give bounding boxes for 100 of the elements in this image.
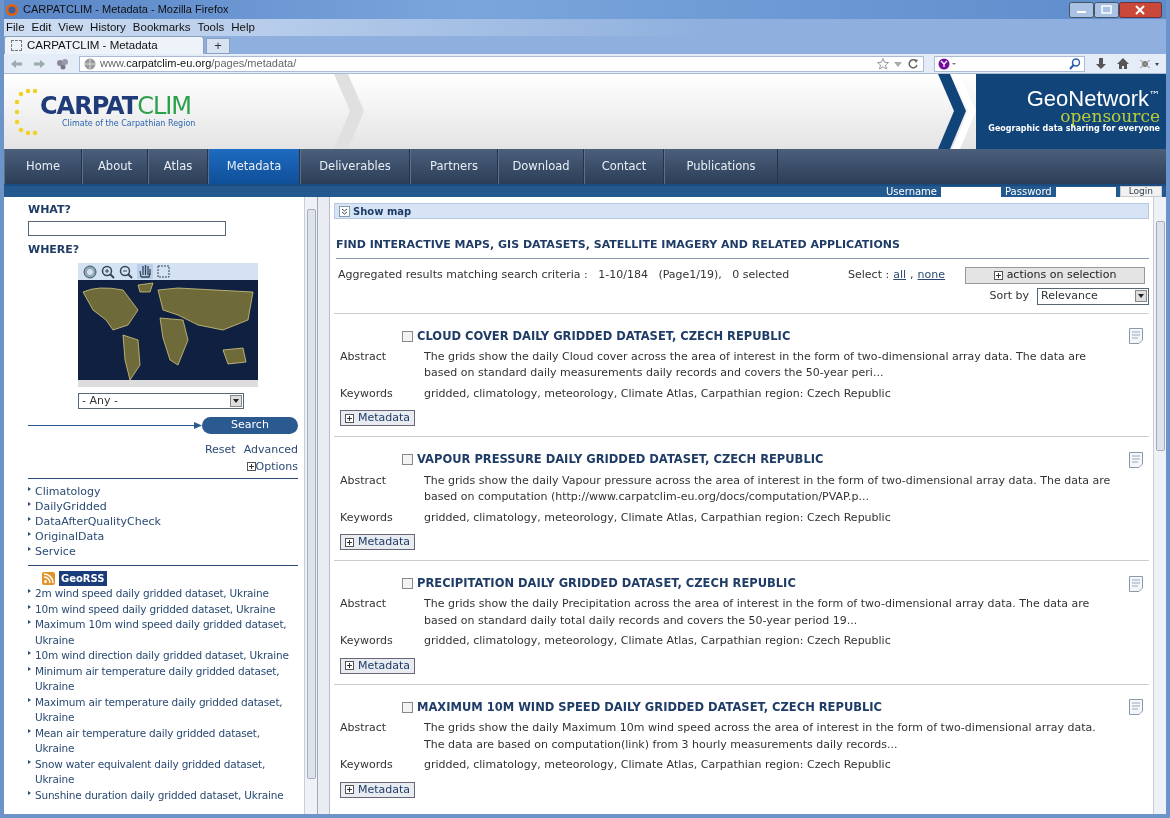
- search-engine-icon[interactable]: [938, 57, 957, 70]
- logo-text: opensource: [1060, 109, 1160, 124]
- forward-icon[interactable]: [33, 57, 46, 70]
- feed-item-link[interactable]: 10m wind speed daily gridded dataset, Ukraine: [28, 601, 298, 617]
- search-field[interactable]: [28, 220, 226, 236]
- field-label: WHERE?: [28, 241, 81, 258]
- minimize-button[interactable]: [1069, 1, 1094, 18]
- select-box-icon[interactable]: [157, 265, 170, 278]
- sort-label: Sort by: [989, 287, 1029, 304]
- feed-item-link[interactable]: 10m wind direction daily gridded dataset, Ukraine: [28, 648, 298, 664]
- feed-item-link[interactable]: 2m wind speed daily gridded dataset, Ukraine: [28, 586, 298, 602]
- search-field[interactable]: [934, 55, 1085, 72]
- reload-icon[interactable]: [907, 57, 919, 70]
- menu-item[interactable]: Edit: [31, 18, 52, 37]
- logo-text: GeoNetwork: [1026, 87, 1149, 110]
- addon-icon[interactable]: [1139, 57, 1160, 70]
- new-tab-button[interactable]: +: [206, 38, 230, 54]
- checkbox[interactable]: [402, 701, 413, 713]
- password-label: Password: [1005, 185, 1052, 199]
- options-toggle[interactable]: Options: [255, 458, 298, 475]
- keywords-text: gridded, climatology, meteorology, Climate Atlas, Carpathian region: Czech Republic: [424, 633, 891, 650]
- username-field[interactable]: [941, 186, 1001, 197]
- reset-link[interactable]: Reset: [204, 442, 236, 459]
- metadata-button[interactable]: Metadata: [340, 657, 416, 674]
- zoom-in-icon[interactable]: [101, 264, 115, 279]
- browser-tab[interactable]: CARPATCLIM - Metadata: [4, 36, 204, 54]
- scrollbar[interactable]: [304, 197, 317, 814]
- plus-box-icon: [345, 537, 354, 547]
- globe-icon[interactable]: [83, 264, 97, 279]
- show-map-toggle[interactable]: Show map: [334, 203, 1149, 219]
- search-button[interactable]: Search: [202, 417, 298, 434]
- feed-item-link[interactable]: Maximum air temperature daily gridded dataset, Ukraine: [28, 694, 298, 726]
- georss-label[interactable]: GeoRSS: [59, 571, 107, 586]
- firefox-logo-icon: [6, 3, 18, 16]
- metadata-button[interactable]: Metadata: [340, 781, 416, 798]
- document-icon[interactable]: [1129, 328, 1143, 345]
- checkbox[interactable]: [402, 578, 413, 590]
- menu-item[interactable]: Tools: [197, 18, 225, 37]
- zoom-out-icon[interactable]: [119, 264, 133, 279]
- document-icon[interactable]: [1129, 699, 1143, 716]
- menu-item[interactable]: Help: [231, 18, 255, 37]
- select-none-link[interactable]: none: [917, 266, 945, 284]
- result-title[interactable]: VAPOUR PRESSURE DAILY GRIDDED DATASET, CZECH REPUBLIC: [417, 451, 824, 469]
- password-field[interactable]: [1055, 186, 1116, 197]
- site-logo[interactable]: CARPATCLIM Climate of the Carpathian Region: [4, 74, 334, 149]
- world-map-drawing[interactable]: [78, 280, 258, 387]
- hand-icon[interactable]: [137, 264, 153, 279]
- addon-icon[interactable]: [56, 57, 69, 70]
- category-link[interactable]: Service: [28, 544, 298, 559]
- star-icon[interactable]: [877, 57, 889, 70]
- advanced-link[interactable]: Advanced: [243, 442, 298, 459]
- result-title[interactable]: PRECIPITATION DAILY GRIDDED DATASET, CZECH REPUBLIC: [417, 575, 796, 593]
- category-link[interactable]: OriginalData: [28, 529, 298, 544]
- field-label: WHAT?: [28, 202, 72, 218]
- menu-item[interactable]: File: [6, 18, 25, 37]
- scrollbar[interactable]: [1153, 197, 1166, 814]
- trademark-text: ™: [1149, 87, 1160, 102]
- maximize-button[interactable]: [1094, 1, 1119, 18]
- result-title[interactable]: CLOUD COVER DAILY GRIDDED DATASET, CZECH REPUBLIC: [417, 327, 791, 345]
- document-icon[interactable]: [1129, 451, 1143, 468]
- menu-item[interactable]: View: [58, 18, 84, 37]
- checkbox[interactable]: [402, 454, 413, 466]
- search-icon[interactable]: [1069, 57, 1081, 70]
- rss-icon[interactable]: [42, 572, 55, 585]
- metadata-button[interactable]: Metadata: [340, 410, 416, 427]
- result-title[interactable]: MAXIMUM 10M WIND SPEED DAILY GRIDDED DATASET, CZECH REPUBLIC: [417, 698, 883, 716]
- splitter-handle[interactable]: [318, 197, 330, 814]
- category-link[interactable]: Climatology: [28, 484, 298, 499]
- feed-item-link[interactable]: Minimum air temperature daily gridded dataset, Ukraine: [28, 663, 298, 695]
- metadata-button[interactable]: Metadata: [340, 534, 416, 550]
- feed-item-link[interactable]: Snow water equivalent daily gridded dataset, Ukraine: [28, 756, 298, 788]
- sort-select[interactable]: Relevance: [1037, 287, 1149, 305]
- feed-item-link[interactable]: Sunshine duration daily gridded dataset, Ukraine: [28, 787, 298, 803]
- back-icon[interactable]: [10, 57, 23, 70]
- category-link[interactable]: DataAfterQualityCheck: [28, 514, 298, 529]
- globe-icon: [84, 57, 96, 70]
- field-label: Abstract: [340, 348, 388, 365]
- region-select[interactable]: - Any -: [78, 393, 244, 409]
- geonetwork-logo[interactable]: GeoNetwork™ opensource Geographic data sharing for everyone: [976, 74, 1166, 149]
- document-icon[interactable]: [1129, 575, 1143, 592]
- keywords-text: gridded, climatology, meteorology, Climate Atlas, Carpathian region: Czech Republic: [424, 509, 891, 526]
- download-icon[interactable]: [1095, 57, 1107, 70]
- stars-icon: [14, 87, 38, 136]
- address-bar[interactable]: www.carpatclim-eu.org/pages/metadata/: [79, 55, 924, 72]
- feed-item-link[interactable]: Maximum 10m wind speed daily gridded dataset, Ukraine: [28, 617, 298, 648]
- checkbox[interactable]: [402, 330, 413, 342]
- category-link[interactable]: DailyGridded: [28, 499, 298, 514]
- url-text[interactable]: www.carpatclim-eu.org/pages/metadata/: [100, 55, 297, 72]
- menu-item[interactable]: History: [90, 18, 126, 37]
- abstract-text: The grids show the daily Cloud cover across the area of interest in the form of two-dimensional array data. The data are based on standard daily measurements daily records and covers the 50-year peri...: [424, 348, 1088, 382]
- nav-link[interactable]: Metadata: [208, 149, 300, 184]
- chevron-down-icon: [339, 205, 350, 217]
- chevron-icon: [334, 74, 364, 149]
- home-icon[interactable]: [1117, 57, 1129, 70]
- logo-text: CLIM: [137, 93, 192, 118]
- menu-item[interactable]: Bookmarks: [132, 18, 191, 37]
- feed-item-link[interactable]: Mean air temperature daily gridded dataset, Ukraine: [28, 725, 298, 757]
- close-button[interactable]: [1119, 1, 1162, 18]
- actions-button[interactable]: actions on selection: [965, 266, 1145, 284]
- select-all-link[interactable]: all: [893, 266, 907, 284]
